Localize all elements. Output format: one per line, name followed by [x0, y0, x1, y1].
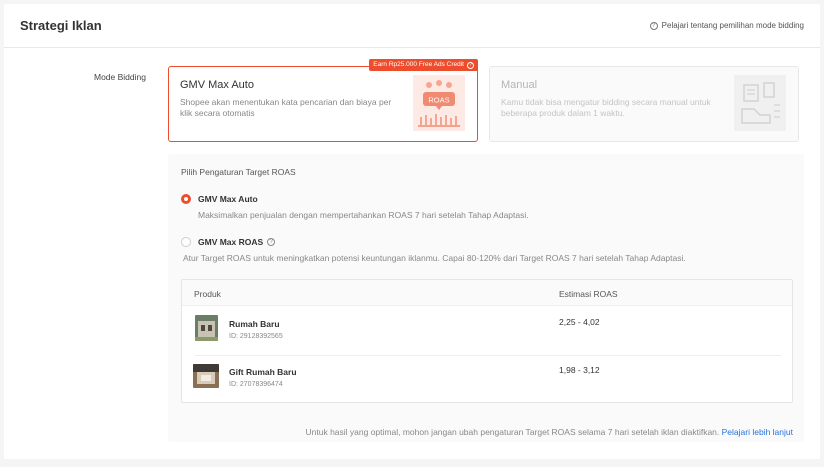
radio-label-text: GMV Max Auto: [198, 194, 258, 204]
card-header: Strategi Iklan ? Pelajari tentang pemili…: [4, 4, 820, 48]
bidding-option-manual[interactable]: Manual Kamu tidak bisa mengatur bidding …: [489, 66, 799, 142]
product-thumbnail: [193, 364, 219, 388]
question-icon: ?: [649, 21, 658, 30]
product-thumbnail: [195, 315, 218, 341]
product-name: Rumah Baru: [229, 319, 280, 329]
bidding-help-link[interactable]: ? Pelajari tentang pemilihan mode biddin…: [649, 21, 804, 30]
free-credit-badge: Earn Rp25.000 Free Ads Credit ?: [369, 59, 478, 71]
roas-estimate: 1,98 - 3,12: [559, 365, 600, 375]
table-row: Rumah Baru ID: 29128392565 2,25 - 4,02: [182, 306, 792, 354]
radio-gmv-max-roas[interactable]: [181, 237, 191, 247]
radio-label-text: GMV Max ROAS: [198, 237, 264, 247]
bidding-option-description: Kamu tidak bisa mengatur bidding secara …: [501, 97, 711, 118]
table-header: Produk Estimasi ROAS: [182, 280, 792, 306]
bidding-option-description: Shopee akan menentukan kata pencarian da…: [180, 97, 392, 118]
question-icon[interactable]: ?: [267, 238, 276, 246]
footer-note: Untuk hasil yang optimal, mohon jangan u…: [306, 427, 794, 437]
table-row: Gift Rumah Baru ID: 27078396474 1,98 - 3…: [182, 356, 792, 404]
footer-text: Untuk hasil yang optimal, mohon jangan u…: [305, 427, 720, 437]
column-header-product: Produk: [194, 289, 221, 299]
product-id: ID: 29128392565: [229, 333, 283, 340]
product-id: ID: 27078396474: [229, 381, 283, 388]
bidding-option-gmv-max-auto[interactable]: Earn Rp25.000 Free Ads Credit ? GMV Max …: [168, 59, 478, 142]
question-icon[interactable]: ?: [467, 61, 474, 69]
bidding-option-title: Manual: [501, 79, 538, 91]
radio-gmv-max-auto-description: Maksimalkan penjualan dengan mempertahan…: [198, 210, 529, 220]
roas-illustration-icon: ROAS: [413, 75, 465, 131]
product-roas-table: Produk Estimasi ROAS Rumah Baru ID: 2912…: [181, 279, 793, 403]
radio-gmv-max-auto[interactable]: [181, 194, 191, 204]
target-roas-title: Pilih Pengaturan Target ROAS: [181, 167, 296, 177]
column-header-estimate: Estimasi ROAS: [559, 289, 618, 299]
free-credit-badge-text: Earn Rp25.000 Free Ads Credit: [373, 61, 464, 68]
radio-gmv-max-roas-label[interactable]: GMV Max ROAS ?: [198, 237, 276, 247]
ad-strategy-card: Strategi Iklan ? Pelajari tentang pemili…: [4, 4, 820, 459]
target-roas-panel: Pilih Pengaturan Target ROAS GMV Max Aut…: [168, 154, 804, 442]
roas-illustration-text: ROAS: [428, 96, 449, 105]
manual-illustration-icon: [734, 75, 786, 131]
radio-gmv-max-roas-description: Atur Target ROAS untuk meningkatkan pote…: [183, 253, 686, 263]
page-title: Strategi Iklan: [20, 18, 102, 33]
bidding-help-text: Pelajari tentang pemilihan mode bidding: [661, 21, 804, 30]
radio-gmv-max-auto-label[interactable]: GMV Max Auto: [198, 194, 258, 204]
mode-bidding-label: Mode Bidding: [94, 72, 146, 82]
learn-more-link[interactable]: Pelajari lebih lanjut: [722, 427, 793, 437]
roas-estimate: 2,25 - 4,02: [559, 317, 600, 327]
product-name: Gift Rumah Baru: [229, 367, 297, 377]
bidding-option-title: GMV Max Auto: [180, 79, 254, 91]
